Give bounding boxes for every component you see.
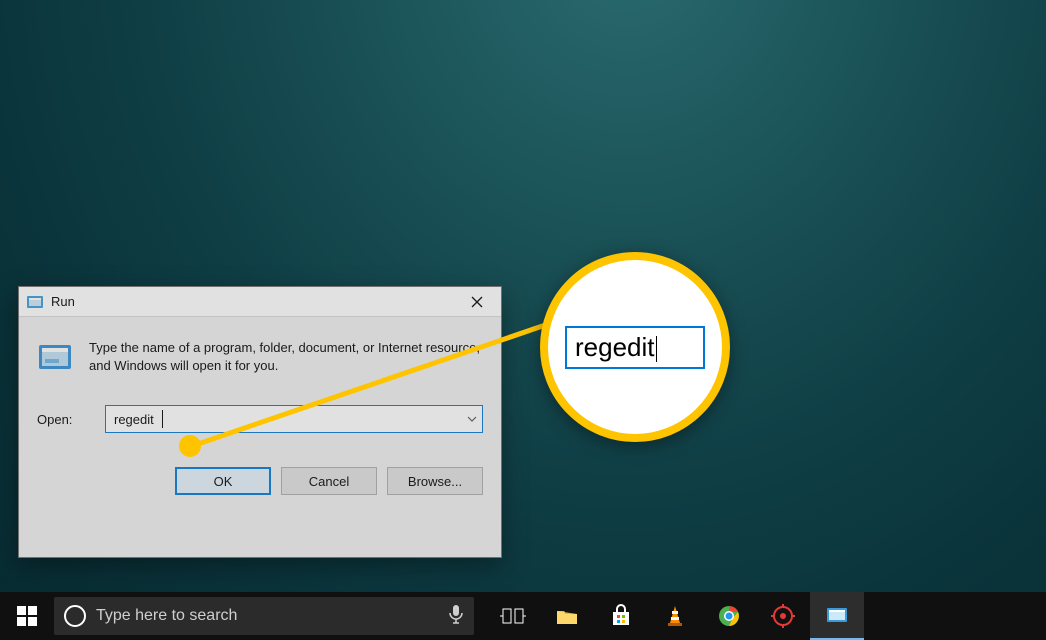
taskbar-app-file-explorer[interactable] <box>540 592 594 640</box>
taskbar: Type here to search <box>0 592 1046 640</box>
zoom-text-caret <box>656 336 657 362</box>
chevron-down-icon <box>467 416 477 422</box>
cancel-button[interactable]: Cancel <box>281 467 377 495</box>
open-label: Open: <box>37 412 87 427</box>
zoom-input-text: regedit <box>575 332 655 362</box>
microphone-icon[interactable] <box>448 604 464 629</box>
start-button[interactable] <box>0 592 54 640</box>
taskbar-app-run[interactable] <box>810 592 864 640</box>
windows-logo-icon <box>17 606 37 626</box>
gear-icon <box>770 603 796 629</box>
search-placeholder: Type here to search <box>96 607 438 625</box>
ok-button[interactable]: OK <box>175 467 271 495</box>
text-caret <box>162 410 163 428</box>
cortana-icon <box>64 605 86 627</box>
task-view-button[interactable] <box>486 592 540 640</box>
close-icon <box>471 296 483 308</box>
taskbar-app-store[interactable] <box>594 592 648 640</box>
combo-dropdown-button[interactable] <box>460 406 482 432</box>
taskbar-app-settings[interactable] <box>756 592 810 640</box>
zoom-callout: regedit <box>540 252 730 442</box>
run-titlebar[interactable]: Run <box>19 287 501 317</box>
browse-button[interactable]: Browse... <box>387 467 483 495</box>
run-icon <box>37 339 73 375</box>
run-dialog: Run Type the name of a program, folder, … <box>18 286 502 558</box>
open-input[interactable] <box>106 406 460 432</box>
taskbar-app-vlc[interactable] <box>648 592 702 640</box>
chrome-icon <box>716 603 742 629</box>
taskbar-app-chrome[interactable] <box>702 592 756 640</box>
task-view-icon <box>500 603 526 629</box>
close-button[interactable] <box>454 288 499 316</box>
open-combobox[interactable] <box>105 405 483 433</box>
run-title-icon <box>27 294 43 310</box>
store-icon <box>608 603 634 629</box>
vlc-icon <box>662 603 688 629</box>
run-description: Type the name of a program, folder, docu… <box>89 339 483 374</box>
run-title: Run <box>51 294 75 309</box>
search-box[interactable]: Type here to search <box>54 597 474 635</box>
zoom-input-preview: regedit <box>565 326 705 369</box>
run-app-icon <box>824 602 850 628</box>
folder-icon <box>554 603 580 629</box>
